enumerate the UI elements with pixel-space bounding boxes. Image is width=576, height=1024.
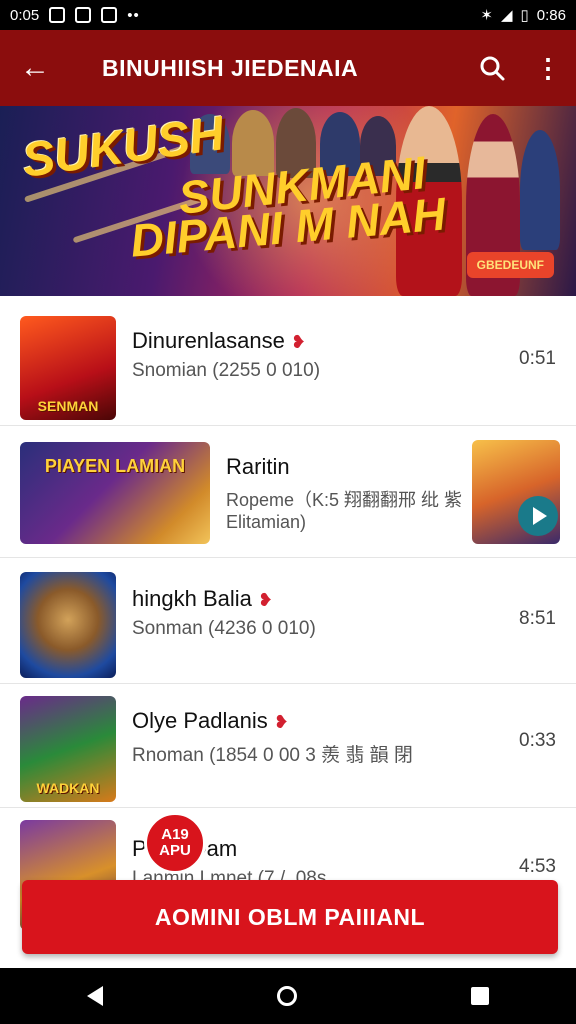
list-item[interactable]: SENMAN Dinurenlasanse ❥ Snomian (2255 0 0… bbox=[0, 296, 576, 426]
more-vert-icon[interactable]: ⋮ bbox=[520, 53, 576, 84]
status-bar: 0:05 •• ✶ ◢ ▯ 0:86 bbox=[0, 0, 576, 30]
list-item-title: Raritin bbox=[226, 454, 290, 479]
heart-icon: ❥ bbox=[257, 590, 273, 610]
game-thumbnail: WADKAN bbox=[20, 696, 116, 802]
list-item[interactable]: hingkh Balia ❥ Sonman (4236 0 010) 8:51 bbox=[0, 558, 576, 684]
back-arrow-icon[interactable]: ← bbox=[0, 51, 70, 85]
list-item-title-text: hingkh Balia bbox=[132, 586, 252, 611]
nav-home-icon[interactable] bbox=[277, 986, 297, 1006]
search-icon-glyph bbox=[480, 56, 505, 81]
app-badge-line1: A19 bbox=[161, 826, 189, 843]
game-thumbnail-wide: PIAYEN LAMIAN bbox=[20, 442, 210, 544]
thumbnail-label: WADKAN bbox=[36, 780, 100, 796]
play-triangle bbox=[533, 507, 547, 525]
list-item-title: Dinurenlasanse ❥ bbox=[132, 328, 306, 354]
promo-banner[interactable]: SUKUSH SUNKMANI DIPANI M NAH GBEDEUNF bbox=[0, 106, 576, 296]
list-item-time: 0:51 bbox=[519, 348, 556, 369]
banner-badge[interactable]: GBEDEUNF bbox=[466, 252, 554, 278]
list-item-time: 8:51 bbox=[519, 608, 556, 629]
list-item-title-text: Dinurenlasanse bbox=[132, 328, 285, 353]
play-icon[interactable] bbox=[518, 496, 558, 536]
primary-action-button[interactable]: AOMINI OBLM PAIIIANL bbox=[22, 880, 558, 954]
list-item-title: hingkh Balia ❥ bbox=[132, 586, 273, 612]
video-thumbnail[interactable] bbox=[472, 440, 560, 544]
list-item[interactable]: WADKAN Olye Padlanis ❥ Rnoman (1854 0 00 … bbox=[0, 684, 576, 808]
list-item-subtitle-line1: Ropeme（K:5 翔翻翻邢 纰 紫 bbox=[226, 490, 463, 510]
status-battery-text: 0:86 bbox=[536, 6, 566, 24]
nav-back-icon[interactable] bbox=[87, 986, 103, 1006]
status-right: ✶ ◢ ▯ 0:86 bbox=[480, 6, 566, 25]
heart-icon: ❥ bbox=[273, 712, 289, 732]
list-item[interactable]: PIAYEN LAMIAN Raritin Ropeme（K:5 翔翻翻邢 纰 … bbox=[0, 426, 576, 558]
list-item-subtitle: Rnoman (1854 0 00 3 羨 翡 韻 閉 bbox=[132, 745, 413, 766]
app-screen: 0:05 •• ✶ ◢ ▯ 0:86 ← BINUHIISH JIEDENAIA… bbox=[0, 0, 576, 1024]
status-left: 0:05 •• bbox=[10, 7, 140, 24]
app-bar: ← BINUHIISH JIEDENAIA ⋮ bbox=[0, 30, 576, 106]
notification-icon bbox=[49, 7, 66, 23]
system-nav-bar bbox=[0, 968, 576, 1024]
list-item-title: Olye Padlanis ❥ bbox=[132, 708, 289, 734]
list-item-time: 4:53 bbox=[519, 856, 556, 877]
status-time: 0:05 bbox=[10, 6, 40, 24]
list-item-subtitle-line2: Elitamian) bbox=[226, 512, 307, 532]
list-item-title-text: Olye Padlanis bbox=[132, 708, 268, 733]
app-badge-line2: APU bbox=[159, 842, 191, 859]
app-badge[interactable]: A19 APU bbox=[144, 812, 206, 874]
app-bar-title: BINUHIISH JIEDENAIA bbox=[102, 54, 359, 81]
signal-icon: ◢ bbox=[500, 7, 513, 24]
list-item-subtitle: Snomian (2255 0 010) bbox=[132, 360, 321, 381]
wifi-icon: ✶ bbox=[480, 7, 493, 24]
game-thumbnail bbox=[20, 572, 116, 678]
app-notification-icon bbox=[101, 7, 118, 23]
game-thumbnail: SENMAN bbox=[20, 316, 116, 420]
thumbnail-label: PIAYEN LAMIAN bbox=[44, 456, 186, 476]
list-item-time: 0:33 bbox=[519, 730, 556, 751]
list-item-subtitle: Sonman (4236 0 010) bbox=[132, 618, 316, 639]
more-notifications-icon: •• bbox=[127, 6, 140, 24]
thumbnail-label: SENMAN bbox=[37, 398, 99, 414]
search-icon[interactable] bbox=[464, 54, 520, 82]
battery-icon: ▯ bbox=[520, 7, 529, 24]
heart-icon: ❥ bbox=[290, 332, 306, 352]
thumbnail-label bbox=[20, 572, 116, 678]
nav-recents-icon[interactable] bbox=[471, 987, 489, 1005]
mail-icon bbox=[75, 7, 92, 23]
game-list: SENMAN Dinurenlasanse ❥ Snomian (2255 0 0… bbox=[0, 296, 576, 938]
banner-character bbox=[520, 130, 560, 250]
